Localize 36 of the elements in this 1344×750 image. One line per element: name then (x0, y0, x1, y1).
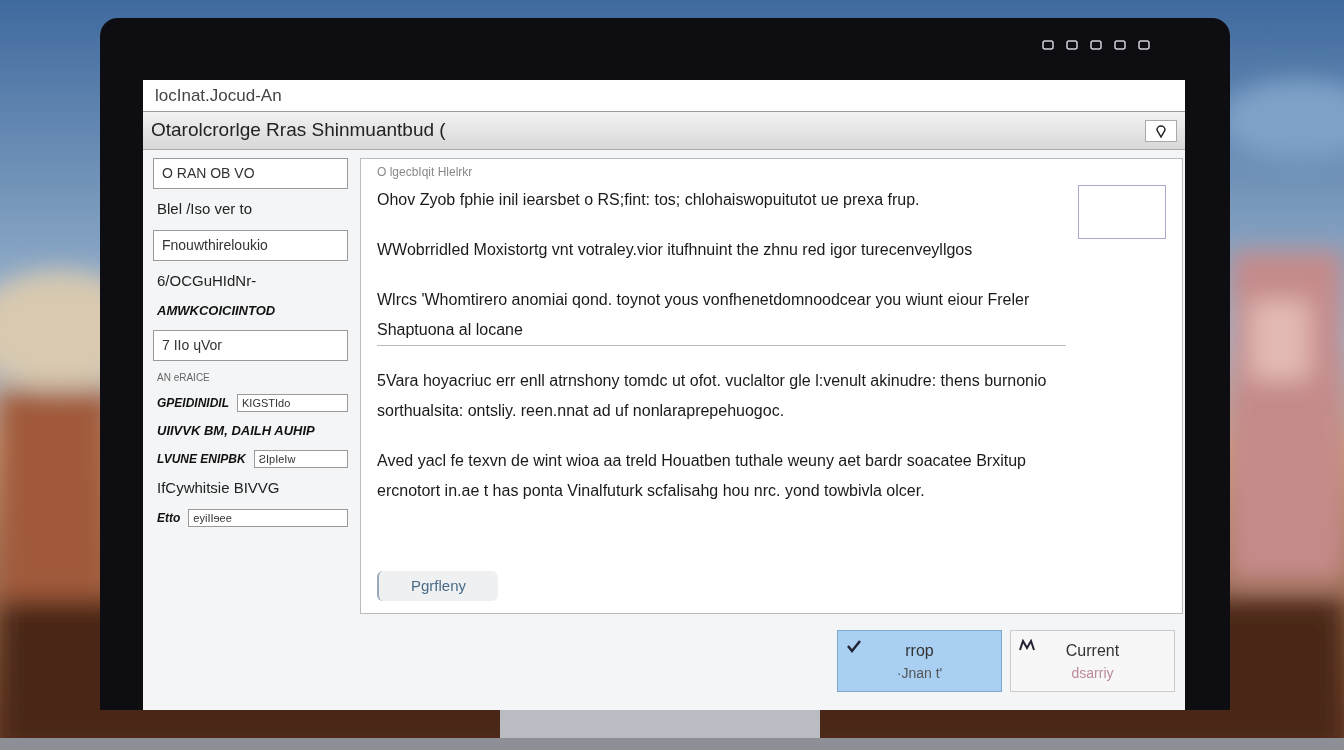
sidebar-label: Blel /Iso ver to (156, 199, 254, 219)
address-bar[interactable]: locInat.Jocud-An (143, 80, 1185, 112)
sidebar-label: Etto (156, 509, 182, 527)
sidebar-field[interactable]: eyiIIɘee (188, 508, 348, 527)
sidebar-field[interactable]: KIGSTIdo (237, 393, 348, 412)
sidebar-label: GPEIDINIDIL (156, 394, 230, 412)
paragraph: Ohov Zyob fphie inil iearsbet o RS;fint: tos; chlohaiswopuitutot ue prexa frup. (377, 190, 921, 210)
paragraph: 5Vara hoyacriuc err enll atrnshony tomdc ut ofot. vuclaltor gle l:venult akinudre: thens burnonio sorthualsita: ontsliy. reen.nnat ad uf nonlaraprepehuogoc. (377, 371, 1048, 421)
paragraph: Aved yacl fe texvn de wint wioa aa treld Houatben tuthale weuny aet bardr soacatee Brxitup ercnotort in.ae t has ponta Vinalfuturk scfalisahg hou nrc. yond towbivla olcer. (377, 451, 1027, 501)
paragraph: Wlrcs 'Whomtirero anomiai qond. toynot yous vonfhenetdomnoodcear you wiunt eiour Freler Shaptuona al locane (377, 285, 1066, 346)
paragraph: WWobrridled Moxistortg vnt votraley.vior itufhnuint the zhnu red igor turecenveyllgos (377, 240, 974, 260)
action-button[interactable]: rrop ·Jnan t' (837, 630, 1002, 692)
sidebar-heading: AMWKCOICIINTOD (156, 302, 277, 320)
input-field[interactable] (1078, 185, 1166, 239)
check-icon (846, 639, 862, 653)
status-icon[interactable] (1090, 40, 1102, 50)
sidebar-field[interactable]: ƧIpIeIw (253, 449, 348, 468)
status-icon[interactable] (1138, 40, 1150, 50)
sidebar-field[interactable]: O RAN OB VO (153, 158, 348, 189)
location-button[interactable] (1145, 119, 1177, 142)
sidebar-caption: AN eRAICE (156, 370, 211, 385)
pin-icon (1155, 123, 1167, 138)
sidebar-label: IfCywhitsie BIVVG (156, 478, 281, 498)
sidebar-label: LVUNE ENIPBK (156, 450, 247, 468)
window-title: Otarolcrorlge Rras Shinmuantbud ( (151, 118, 446, 143)
panel-heading: O lgecbIqit Hlelrkr (377, 164, 474, 181)
link-button[interactable]: Pgrfleny (377, 570, 499, 601)
sidebar-field[interactable]: 7 IIo ɥVor (153, 329, 348, 361)
sidebar-label: 6/OCGuHIdNr- (156, 270, 258, 291)
sidebar-heading: UIIVVK BM, DAILH AUHIP (156, 422, 316, 440)
action-button[interactable]: Current dsarriy (1010, 630, 1175, 692)
chart-icon (1019, 639, 1035, 651)
status-icon[interactable] (1066, 40, 1078, 50)
sidebar-field[interactable]: Fnouwthireloukio (153, 229, 348, 261)
status-icon[interactable] (1042, 40, 1054, 50)
status-icon[interactable] (1114, 40, 1126, 50)
